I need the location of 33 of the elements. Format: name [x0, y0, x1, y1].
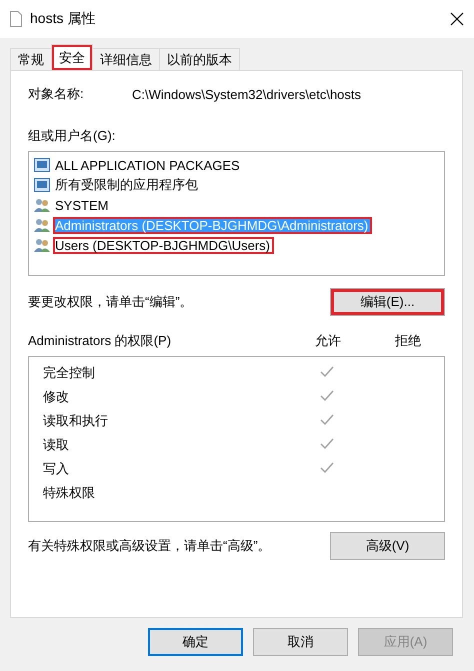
groups-label: 组或用户名(G):: [28, 127, 116, 145]
permission-name: 写入: [43, 460, 70, 478]
group-item[interactable]: SYSTEM: [53, 196, 112, 214]
group-item[interactable]: 所有受限制的应用程序包: [53, 175, 202, 195]
permission-name: 特殊权限: [43, 484, 96, 502]
tab[interactable]: 常规: [10, 48, 52, 70]
allow-header: 允许: [315, 332, 342, 350]
users-icon: [34, 218, 50, 232]
permission-name: 完全控制: [43, 364, 96, 382]
package-icon: [34, 178, 50, 192]
object-name-label: 对象名称:: [28, 85, 85, 103]
advanced-hint: 有关特殊权限或高级设置，请单击“高级”。: [28, 537, 271, 555]
tab[interactable]: 以前的版本: [159, 48, 240, 70]
close-icon[interactable]: [450, 12, 464, 26]
permissions-label: Administrators 的权限(P): [28, 332, 172, 350]
permission-name: 修改: [43, 388, 70, 406]
tab[interactable]: 安全: [51, 44, 93, 70]
dialog-button[interactable]: 取消: [253, 628, 348, 656]
window-title: hosts 属性: [30, 10, 96, 28]
dialog-button[interactable]: 确定: [148, 628, 243, 656]
file-icon: [10, 11, 22, 27]
group-item[interactable]: ALL APPLICATION PACKAGES: [53, 156, 244, 174]
users-icon: [34, 198, 50, 212]
permission-name: 读取: [43, 436, 70, 454]
advanced-button[interactable]: 高级(V): [330, 532, 445, 560]
edit-hint: 要更改权限，请单击“编辑”。: [28, 293, 193, 311]
users-icon: [34, 238, 50, 252]
object-path: C:\Windows\System32\drivers\etc\hosts: [132, 86, 362, 102]
deny-header: 拒绝: [394, 332, 422, 350]
permission-name: 读取和执行: [43, 412, 109, 430]
package-icon: [34, 158, 50, 172]
group-item[interactable]: Users (DESKTOP-BJGHMDG\Users): [53, 236, 274, 254]
edit-button[interactable]: 编辑(E)...: [330, 288, 445, 316]
